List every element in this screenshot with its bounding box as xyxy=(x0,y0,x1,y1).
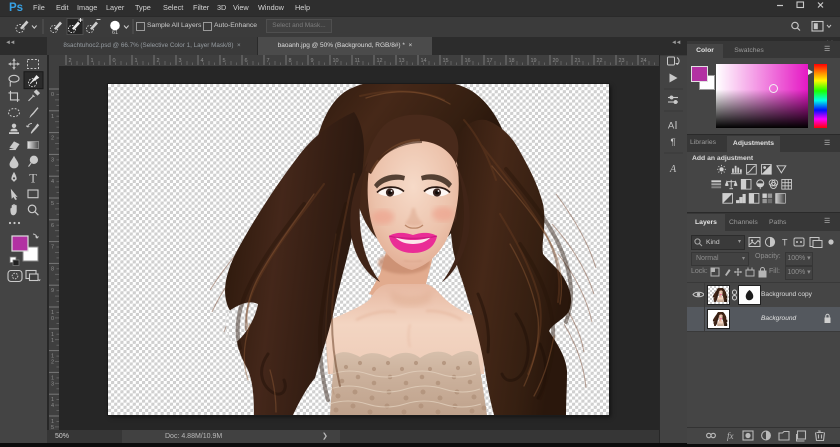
svg-text:7: 7 xyxy=(51,245,54,251)
svg-text:A: A xyxy=(669,164,677,175)
svg-text:1: 1 xyxy=(51,338,54,344)
svg-text:4: 4 xyxy=(51,179,54,185)
svg-text:9: 9 xyxy=(51,288,54,294)
svg-text:6: 6 xyxy=(51,223,54,229)
svg-text:T: T xyxy=(782,238,788,248)
svg-text:0: 0 xyxy=(51,92,54,98)
svg-text:0: 0 xyxy=(51,316,54,322)
svg-text:T: T xyxy=(29,171,37,185)
svg-text:8: 8 xyxy=(51,266,54,272)
svg-text:3: 3 xyxy=(51,381,54,387)
svg-text:2: 2 xyxy=(51,136,54,142)
svg-text:A: A xyxy=(668,121,675,132)
svg-text:fx: fx xyxy=(727,431,734,441)
svg-text:¶: ¶ xyxy=(670,137,675,148)
svg-text:2: 2 xyxy=(51,360,54,366)
svg-text:5: 5 xyxy=(51,201,54,207)
svg-text:1: 1 xyxy=(51,114,54,120)
svg-text:4: 4 xyxy=(51,403,54,409)
svg-text:3: 3 xyxy=(51,157,54,163)
svg-text:61: 61 xyxy=(112,30,118,36)
